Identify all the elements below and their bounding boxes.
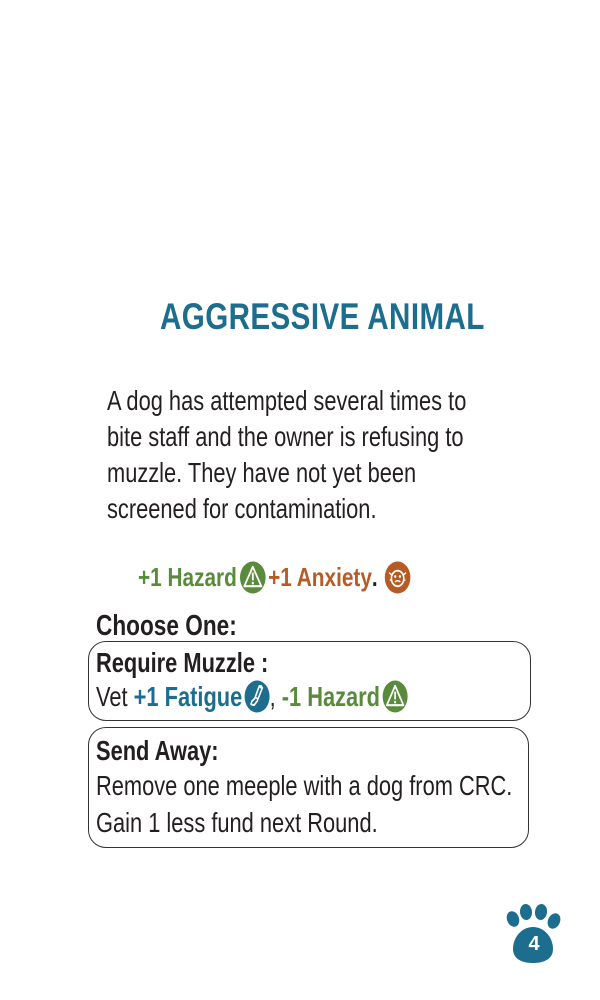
choose-label: Choose One: — [96, 610, 276, 643]
warning-triangle-icon — [382, 680, 408, 713]
option-line: Remove one meeple with a dog from CRC. — [96, 770, 513, 801]
effect-separator: . — [371, 562, 378, 592]
fatigue-effect-text: +1 Fatigue — [133, 680, 243, 712]
anxiety-effect-text: +1 Anxiety — [268, 562, 372, 592]
description-line: screened for contamination. — [107, 493, 377, 524]
card-title: AGGRESSIVE ANIMAL — [160, 296, 485, 337]
option-line: Gain 1 less fund next Round. — [96, 807, 378, 838]
leg-cast-icon — [244, 680, 270, 713]
option-title: Send Away: — [96, 735, 219, 766]
warning-triangle-icon — [239, 561, 266, 594]
hazard-effect-text: +1 Hazard — [138, 562, 237, 592]
description-line: bite staff and the owner is refusing to — [107, 421, 464, 452]
option-require-muzzle[interactable]: Require Muzzle : Vet +1 Fatigue , -1 Haz… — [88, 641, 531, 721]
card-number: 4 — [528, 933, 540, 955]
card-effect: +1 Hazard +1 Anxiety . — [138, 561, 482, 595]
hazard-reduction-text: -1 Hazard — [281, 680, 381, 712]
option-send-away[interactable]: Send Away: Remove one meeple with a dog … — [88, 727, 529, 848]
option-comma: , — [269, 680, 282, 712]
description-line: A dog has attempted several times to — [107, 385, 467, 416]
card-description: A dog has attempted several times to bit… — [107, 383, 600, 527]
description-line: muzzle. They have not yet been — [107, 457, 417, 488]
anxious-face-icon — [384, 561, 411, 594]
choose-label-text: Choose One: — [96, 610, 237, 642]
option-title: Require Muzzle : — [96, 647, 269, 678]
option-prefix: Vet — [96, 680, 134, 712]
